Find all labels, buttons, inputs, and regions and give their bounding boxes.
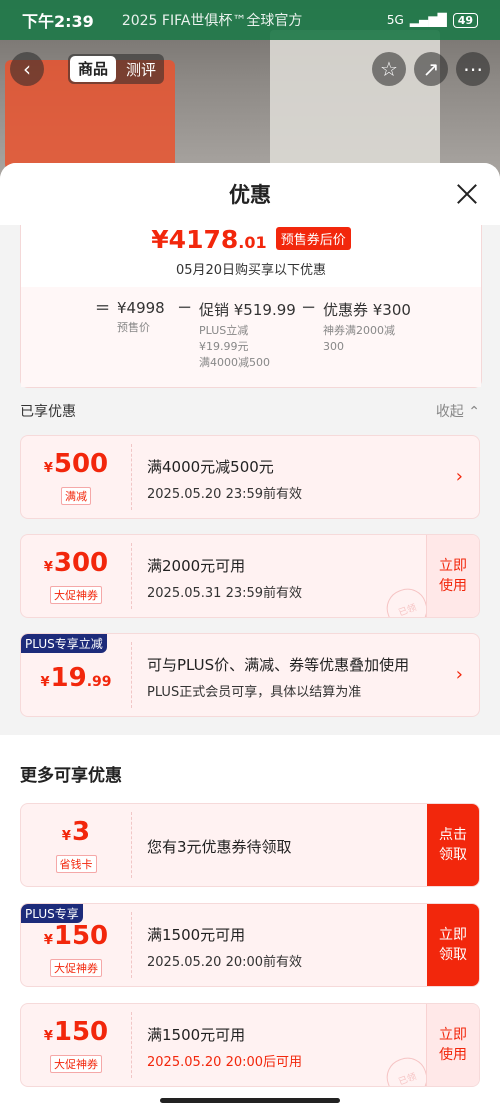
coupon-title: 您有3元优惠券待领取 — [147, 838, 292, 856]
final-price: ¥4178.01 — [151, 225, 267, 254]
battery-icon: 49 — [452, 12, 478, 28]
price-summary-card: ¥4178.01 预售券后价 05月20日购买享以下优惠 = ¥4998 预售价… — [20, 225, 482, 388]
more-offers-section: 更多可享优惠 ¥3 省钱卡 您有3元优惠券待领取 点击 领取 PLUS专享 ¥15… — [0, 735, 500, 1111]
status-time: 下午2:39 — [22, 12, 94, 31]
final-price-row: ¥4178.01 预售券后价 — [21, 225, 481, 254]
price-breakdown: = ¥4998 预售价 − 促销 ¥519.99 PLUS立减 ¥19.99元 满4… — [21, 287, 481, 387]
sheet-header: 优惠 — [0, 163, 500, 225]
home-indicator[interactable] — [160, 1098, 340, 1103]
coupon-validity: 2025.05.20 20:00后可用 — [147, 1055, 303, 1070]
share-button[interactable]: ↗ — [414, 52, 448, 86]
chevron-right-icon: › — [455, 664, 463, 685]
use-now-button[interactable]: 立即 使用 — [426, 535, 479, 617]
close-button[interactable] — [452, 179, 482, 209]
purchase-date-note: 05月20日购买享以下优惠 — [175, 263, 327, 278]
promo-price: 促销 ¥519.99 PLUS立减 ¥19.99元 满4000减500 — [199, 301, 296, 369]
final-price-tag: 预售券后价 — [275, 227, 351, 250]
product-tabs: 商品 测评 — [68, 54, 165, 84]
minus-sign: − — [301, 297, 317, 318]
more-offers-title: 更多可享优惠 — [20, 766, 122, 786]
collapse-button[interactable]: 收起 ⌃ — [436, 401, 480, 421]
claim-button[interactable]: 点击 领取 — [427, 804, 479, 886]
plus-badge: PLUS专享立减 — [21, 634, 107, 653]
favorite-button[interactable]: ☆ — [372, 52, 406, 86]
coupon-card[interactable]: ¥500 满减 满4000元减500元 2025.05.20 23:59前有效 … — [20, 435, 480, 519]
coupon-title: 满4000元减500元 — [147, 458, 274, 476]
network-label: 5G — [386, 13, 404, 27]
discount-sheet: 优惠 ¥4178.01 预售券后价 05月20日购买享以下优惠 = ¥4998 … — [0, 163, 500, 1111]
coupon-title: 满1500元可用 — [147, 1026, 246, 1044]
chevron-right-icon: › — [455, 466, 463, 487]
coupon-amount-block: ¥500 满减 — [43, 449, 109, 505]
coupon-card: PLUS专享 ¥150 大促神券 满1500元可用 2025.05.20 20:… — [20, 903, 480, 987]
tab-review[interactable]: 测评 — [118, 59, 164, 80]
coupon-card: ¥3 省钱卡 您有3元优惠券待领取 点击 领取 — [20, 803, 480, 887]
coupon-type-tag: 省钱卡 — [55, 855, 97, 873]
equals-sign: = — [95, 297, 111, 318]
minus-sign: − — [177, 297, 193, 318]
coupon-validity: 2025.05.20 23:59前有效 — [147, 487, 303, 502]
coupon-type-tag: 大促神券 — [50, 959, 102, 977]
signal-icon: ▂▄▆█ — [409, 13, 447, 27]
coupon-type-tag: 大促神券 — [50, 1055, 102, 1073]
plus-badge: PLUS专享 — [21, 904, 83, 923]
coupon-card[interactable]: PLUS专享立减 ¥19.99 可与PLUS价、满减、券等优惠叠加使用 PLUS… — [20, 633, 480, 717]
coupon-card: ¥300 大促神券 满2000元可用 2025.05.31 23:59前有效 已… — [20, 534, 480, 618]
coupon-validity: 2025.05.20 20:00前有效 — [147, 955, 303, 970]
tab-product[interactable]: 商品 — [70, 56, 117, 82]
coupon-title: 满2000元可用 — [147, 557, 246, 575]
banner-text: 2025 FIFA世俱杯™全球官方 — [121, 13, 303, 29]
presale-price: ¥4998 预售价 — [117, 299, 165, 334]
coupon-card: ¥150 大促神券 满1500元可用 2025.05.20 20:00后可用 已… — [20, 1003, 480, 1087]
coupon-amount-block: ¥3 省钱卡 — [21, 804, 131, 886]
coupon-title: 满1500元可用 — [147, 926, 246, 944]
back-button[interactable]: ‹ — [10, 52, 44, 86]
product-top-nav: ‹ 商品 测评 ☆ ↗ ⋯ — [10, 52, 490, 86]
coupon-note: PLUS正式会员可享，具体以结算为准 — [147, 685, 362, 700]
sheet-title: 优惠 — [229, 183, 271, 207]
status-bar: 下午2:39 2025 FIFA世俱杯™全球官方 5G ▂▄▆█ 49 — [0, 0, 500, 40]
coupon-type-tag: 大促神券 — [50, 586, 102, 604]
more-button[interactable]: ⋯ — [456, 52, 490, 86]
coupon-validity: 2025.05.31 23:59前有效 — [147, 586, 303, 601]
coupon-type-tag: 满减 — [61, 487, 91, 505]
coupon-title: 可与PLUS价、满减、券等优惠叠加使用 — [147, 656, 410, 674]
coupon-price: 优惠券 ¥300 神券满2000减 300 — [323, 301, 411, 353]
claim-now-button[interactable]: 立即 领取 — [427, 904, 479, 986]
coupon-amount-block: ¥150 大促神券 — [43, 1017, 109, 1073]
use-now-button[interactable]: 立即 使用 — [426, 1004, 479, 1086]
coupon-amount-block: ¥300 大促神券 — [43, 548, 109, 604]
enjoyed-section-label: 已享优惠 — [20, 404, 76, 420]
